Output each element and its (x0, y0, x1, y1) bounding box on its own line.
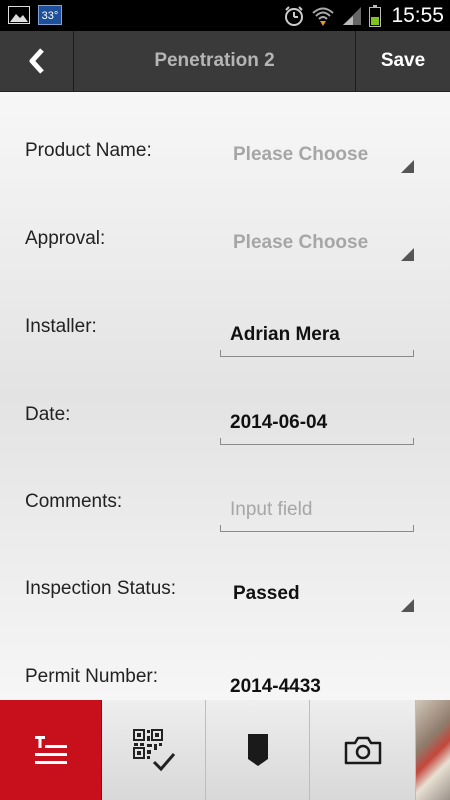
permit-number-value[interactable]: 2014-4433 (230, 676, 321, 698)
inspection-status-value: Passed (233, 583, 300, 604)
gallery-notification-icon (8, 6, 30, 24)
date-row: Date: (0, 404, 450, 492)
installer-row: Installer: (0, 316, 450, 404)
inspection-status-label: Inspection Status: (25, 578, 177, 599)
installer-field[interactable] (220, 320, 414, 357)
save-button[interactable]: Save (355, 31, 450, 91)
comments-field[interactable] (220, 495, 414, 532)
status-bar: 33° 15:55 (0, 0, 450, 31)
approval-select[interactable]: Please Choose (220, 232, 420, 272)
signal-icon (343, 6, 362, 25)
product-name-label: Product Name: (25, 140, 152, 161)
date-input[interactable] (220, 408, 414, 438)
bookmark-icon (247, 734, 268, 766)
page-title: Penetration 2 (154, 50, 275, 71)
qr-check-icon (132, 729, 175, 772)
product-name-value: Please Choose (233, 144, 369, 165)
date-field[interactable] (220, 408, 414, 445)
app-bar: Penetration 2 Save (0, 31, 450, 92)
comments-label: Comments: (25, 491, 123, 512)
product-name-row: Product Name: Please Choose (0, 140, 450, 228)
chevron-left-icon (29, 48, 44, 74)
tab-bookmark[interactable] (206, 700, 310, 800)
clock: 15:55 (391, 3, 444, 27)
installer-input[interactable] (220, 320, 414, 350)
tab-camera[interactable] (310, 700, 416, 800)
permit-number-label: Permit Number: (25, 666, 159, 687)
installer-label: Installer: (25, 316, 97, 337)
approval-value: Please Choose (233, 232, 369, 253)
product-name-select[interactable]: Please Choose (220, 144, 420, 184)
text-lines-icon (34, 736, 67, 764)
alarm-icon (285, 5, 304, 26)
dropdown-triangle-icon (401, 160, 414, 173)
wifi-icon (312, 7, 335, 26)
comments-input[interactable] (220, 495, 414, 525)
permit-number-row: Permit Number: 2014-4433 (0, 666, 450, 700)
date-label: Date: (25, 404, 71, 425)
bottom-toolbar (0, 700, 450, 800)
approval-label: Approval: (25, 228, 106, 249)
weather-temperature-badge: 33° (38, 5, 62, 25)
photo-thumbnail[interactable] (416, 700, 450, 800)
dropdown-triangle-icon (401, 248, 414, 261)
approval-row: Approval: Please Choose (0, 228, 450, 316)
tab-qr-scan[interactable] (102, 700, 206, 800)
camera-icon (344, 736, 381, 765)
back-button[interactable] (0, 31, 74, 91)
tab-details[interactable] (0, 700, 102, 800)
battery-icon (369, 4, 382, 27)
penetration-form: Product Name: Please Choose Approval: Pl… (0, 92, 450, 700)
inspection-status-select[interactable]: Passed (220, 583, 420, 623)
comments-row: Comments: (0, 491, 450, 579)
dropdown-triangle-icon (401, 599, 414, 612)
inspection-status-row: Inspection Status: Passed (0, 578, 450, 666)
